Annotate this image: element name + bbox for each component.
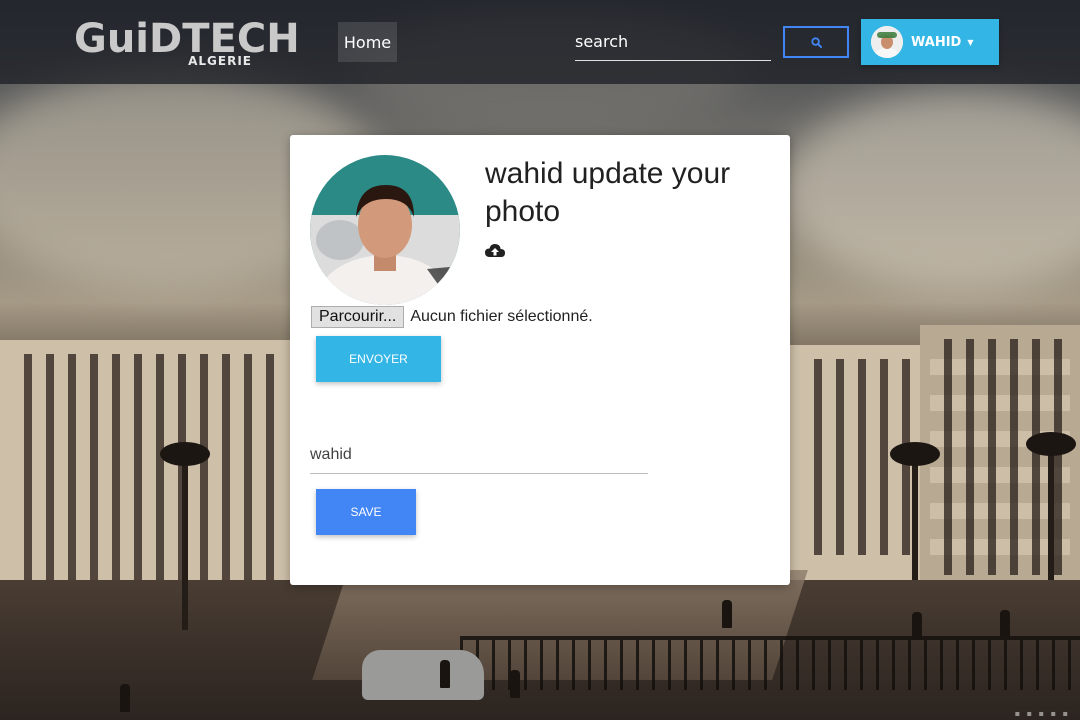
person-shape <box>120 684 130 712</box>
envoyer-button[interactable]: ENVOYER <box>316 336 441 382</box>
car-shape <box>362 650 484 700</box>
search-icon <box>810 36 822 48</box>
cloud-upload-icon[interactable] <box>485 243 505 259</box>
save-button[interactable]: SAVE <box>316 489 416 535</box>
palm-tree-shape <box>1026 432 1076 580</box>
file-browse-button[interactable]: Parcourir... <box>311 306 405 328</box>
search-input[interactable] <box>575 22 771 61</box>
page-title: wahid update your photo <box>485 157 731 228</box>
railing-shape <box>460 636 1080 690</box>
building-shape <box>790 345 920 585</box>
avatar-photo <box>871 26 903 58</box>
wallpaper-watermark: ▪ ▪ ▪ ▪ ▪ <box>1014 709 1070 718</box>
palm-tree-shape <box>890 442 940 580</box>
cloud-shape <box>780 90 1080 290</box>
avatar <box>871 26 903 58</box>
palm-tree-shape <box>160 442 210 630</box>
logo-text: GuiDTECH <box>74 16 300 62</box>
person-shape <box>1000 610 1010 638</box>
name-input[interactable] <box>310 437 648 474</box>
profile-photo <box>310 155 460 305</box>
page-root: ▪ ▪ ▪ ▪ ▪ GuiDTECH ALGERIE Home search W… <box>0 0 1080 720</box>
person-shape <box>440 660 450 688</box>
logo-subtitle: ALGERIE <box>188 54 252 68</box>
user-name-label: WAHID <box>911 34 962 50</box>
navbar: GuiDTECH ALGERIE Home WAHID ▼ <box>0 0 1080 84</box>
caret-down-icon: ▼ <box>967 37 974 47</box>
person-shape <box>510 670 520 698</box>
profile-card: wahid update your photo Parcourir... Auc… <box>290 135 790 585</box>
person-shape <box>722 600 732 628</box>
file-status-text: Aucun fichier sélectionné. <box>410 308 593 325</box>
search-button[interactable] <box>783 26 849 58</box>
profile-avatar <box>310 155 460 305</box>
person-shape <box>912 612 922 640</box>
brand-logo[interactable]: GuiDTECH ALGERIE <box>74 14 300 70</box>
file-input[interactable]: Parcourir... Aucun fichier sélectionné. <box>311 306 593 328</box>
building-shape <box>920 325 1080 605</box>
user-dropdown-button[interactable]: WAHID ▼ <box>861 19 999 65</box>
nav-home-link[interactable]: Home <box>338 22 397 62</box>
